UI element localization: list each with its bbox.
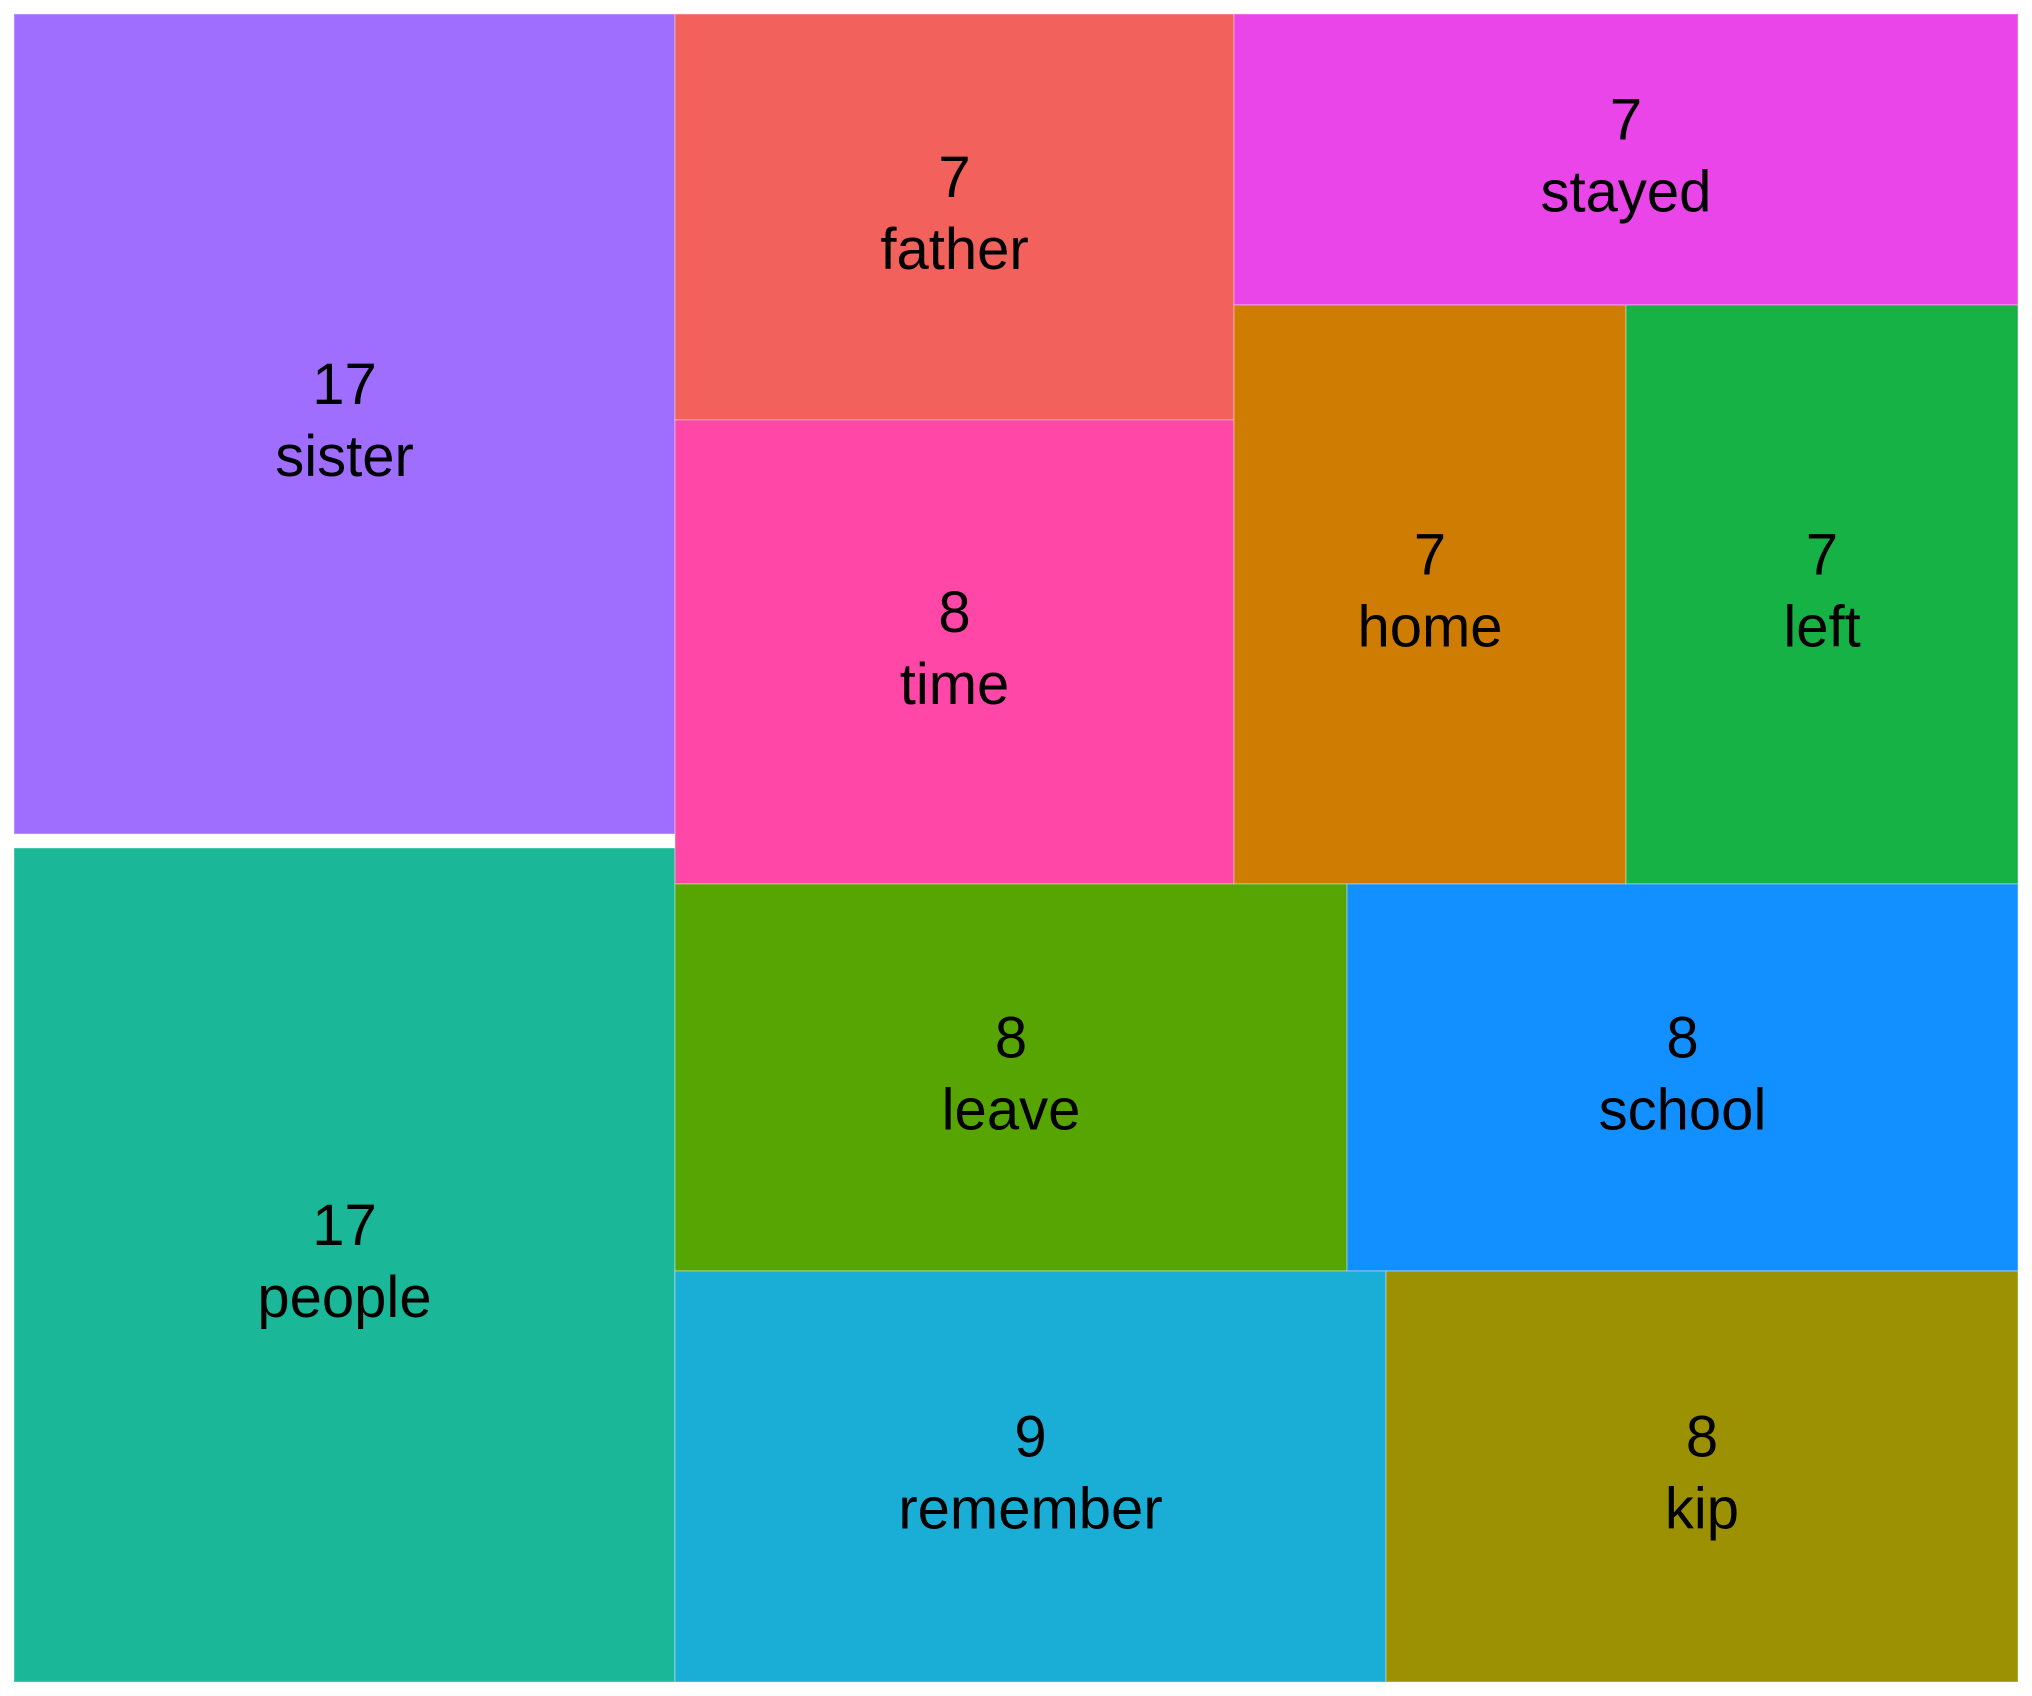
tile-value-label: 7: [1806, 523, 1838, 588]
treemap-tile-sister: 17 sister: [13, 13, 676, 835]
tile-value-label: 8: [995, 1006, 1027, 1071]
tile-category-label: people: [257, 1265, 431, 1330]
treemap-tiles: 17 sister 17 people 7 father 8 time 7 stayed 7 home…: [13, 13, 2019, 1683]
tile-value-label: 9: [1014, 1405, 1046, 1470]
treemap-tile-leave: 8 leave: [674, 883, 1348, 1272]
tile-value-label: 17: [312, 1193, 377, 1258]
tile-value-label: 8: [1686, 1405, 1718, 1470]
tile-category-label: home: [1357, 595, 1502, 660]
treemap-tile-time: 8 time: [674, 419, 1235, 885]
tile-category-label: father: [880, 217, 1028, 282]
tile-category-label: kip: [1665, 1477, 1739, 1542]
tile-category-label: time: [900, 652, 1010, 717]
tile-value-label: 7: [938, 145, 970, 210]
tile-category-label: school: [1599, 1078, 1767, 1143]
tile-category-label: leave: [942, 1078, 1081, 1143]
treemap-tile-remember: 9 remember: [674, 1270, 1387, 1683]
tile-category-label: remember: [898, 1477, 1162, 1542]
treemap-tile-father: 7 father: [674, 13, 1235, 421]
tile-category-label: sister: [275, 424, 414, 489]
tile-value-label: 8: [938, 580, 970, 645]
tile-value-label: 7: [1414, 523, 1446, 588]
tile-value-label: 7: [1610, 88, 1642, 153]
treemap-tile-kip: 8 kip: [1385, 1270, 2019, 1683]
treemap-tile-stayed: 7 stayed: [1233, 13, 2019, 306]
treemap-tile-school: 8 school: [1346, 883, 2019, 1272]
treemap-chart: 17 sister 17 people 7 father 8 time 7 stayed 7 home…: [13, 13, 2019, 1683]
tile-value-label: 8: [1666, 1006, 1698, 1071]
tile-value-label: 17: [312, 352, 377, 417]
treemap-tile-home: 7 home: [1233, 304, 1627, 885]
treemap-tile-left: 7 left: [1625, 304, 2019, 885]
tile-category-label: stayed: [1541, 160, 1712, 225]
treemap-tile-people: 17 people: [13, 847, 676, 1683]
tile-category-label: left: [1783, 595, 1860, 660]
